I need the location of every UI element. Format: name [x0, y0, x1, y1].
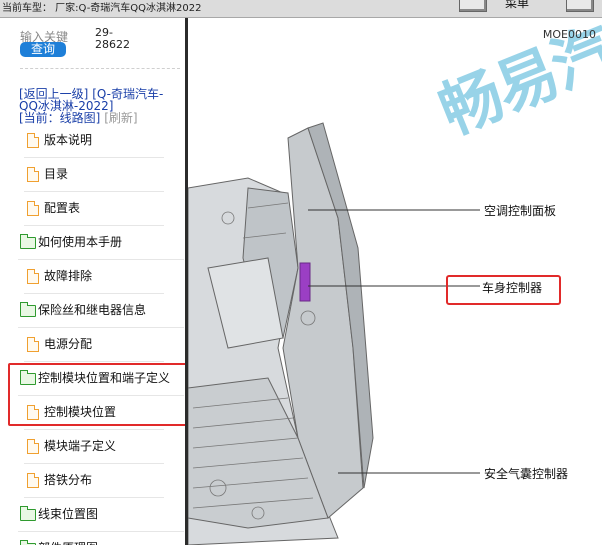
- list-item[interactable]: 线束位置图: [18, 498, 184, 532]
- folder-icon: [20, 302, 36, 317]
- list-item[interactable]: 目录: [24, 158, 164, 192]
- list-item-label: 电源分配: [44, 337, 93, 351]
- list-item[interactable]: 配置表: [24, 192, 164, 226]
- list-item[interactable]: 如何使用本手册: [18, 226, 184, 260]
- separator: [20, 68, 180, 69]
- list-item-label: 搭铁分布: [44, 473, 93, 487]
- list-item-label: 线束位置图: [38, 507, 99, 521]
- file-icon: [27, 201, 39, 216]
- list-item[interactable]: 保险丝和继电器信息: [18, 294, 184, 328]
- current-label: [当前：线路图]: [19, 111, 101, 125]
- highlight-box: [8, 363, 185, 426]
- body-controller-module: [299, 262, 311, 302]
- list-item-label: 版本说明: [44, 133, 93, 147]
- top-bar: 当前车型： 厂家:Q-奇瑞汽车QQ冰淇淋2022 菜单: [0, 0, 602, 18]
- file-icon: [27, 269, 39, 284]
- list-item-label: 目录: [44, 167, 69, 181]
- callout-label: 车身控制器: [482, 281, 543, 295]
- query-button[interactable]: 查询: [20, 42, 66, 57]
- refresh-link[interactable]: [刷新]: [104, 111, 137, 125]
- file-icon: [27, 167, 39, 182]
- file-icon: [27, 439, 39, 454]
- list-item[interactable]: 故障排除: [24, 260, 164, 294]
- list-item-label: 配置表: [44, 201, 81, 215]
- current-model-label: 当前车型： 厂家:Q-奇瑞汽车QQ冰淇淋2022: [2, 3, 202, 14]
- file-icon: [27, 337, 39, 352]
- folder-icon: [20, 506, 36, 521]
- file-icon: [27, 133, 39, 148]
- figure-code: MOE0010: [542, 28, 596, 41]
- file-icon: [27, 473, 39, 488]
- breadcrumb: [返回上一级] [Q-奇瑞汽车-QQ冰淇淋-2022] [当前：线路图] [刷新…: [19, 88, 179, 124]
- list-item-label: 部件原理图: [38, 532, 98, 545]
- list-item[interactable]: 部件原理图: [18, 532, 184, 545]
- list-item[interactable]: 电源分配: [24, 328, 164, 362]
- list-item[interactable]: 模块端子定义: [24, 430, 164, 464]
- callout-label: 空调控制面板: [484, 204, 557, 218]
- list-item-label: 如何使用本手册: [38, 235, 123, 249]
- callout-label: 安全气囊控制器: [484, 467, 569, 481]
- list-item[interactable]: 搭铁分布: [24, 464, 164, 498]
- list-item[interactable]: 版本说明: [24, 124, 164, 158]
- diagram-panel: 畅易汽 MOE0010 空调控制面板 车身控制器 安全气囊控制器: [188, 18, 602, 545]
- list-item-label: 故障排除: [44, 269, 93, 283]
- list-item-label: 保险丝和继电器信息: [38, 303, 147, 317]
- toolbar-button[interactable]: [459, 0, 487, 12]
- toolbar-button[interactable]: [566, 0, 594, 12]
- list-item-label: 模块端子定义: [44, 439, 117, 453]
- code-text: 29-28622: [95, 26, 130, 51]
- menu-label[interactable]: 菜单: [505, 0, 529, 12]
- folder-icon: [20, 234, 36, 249]
- sidebar: 输入关键 查询 29-28622 [返回上一级] [Q-奇瑞汽车-QQ冰淇淋-2…: [0, 18, 188, 545]
